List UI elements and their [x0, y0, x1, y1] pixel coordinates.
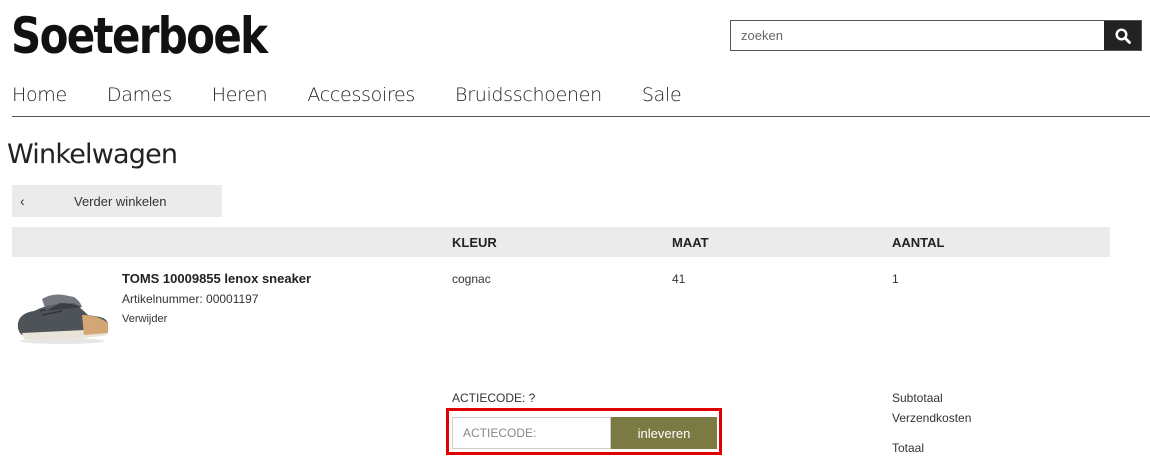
nav-sale[interactable]: Sale — [642, 82, 682, 116]
cell-kleur: cognac — [452, 272, 491, 286]
shipping-label: Verzendkosten — [892, 411, 972, 425]
nav-heren[interactable]: Heren — [212, 82, 268, 116]
header-kleur: KLEUR — [452, 235, 497, 250]
nav-accessoires[interactable]: Accessoires — [307, 82, 415, 116]
cell-maat: 41 — [672, 272, 686, 286]
nav-home[interactable]: Home — [12, 82, 67, 116]
nav-bruidsschoenen[interactable]: Bruidsschoenen — [455, 82, 602, 116]
article-number: Artikelnummer: 00001197 — [122, 292, 259, 306]
search-button[interactable] — [1104, 21, 1141, 50]
promo-label: ACTIECODE: ? — [452, 391, 536, 405]
remove-link[interactable]: Verwijder — [122, 313, 167, 325]
continue-shopping-label: Verder winkelen — [74, 193, 167, 209]
chevron-left-icon: ‹ — [20, 193, 25, 209]
header-maat: MAAT — [672, 235, 709, 250]
cart-table-header: KLEUR MAAT AANTAL — [12, 227, 1110, 257]
redeem-button[interactable]: inleveren — [611, 417, 717, 449]
cell-aantal: 1 — [892, 272, 899, 286]
continue-shopping-button[interactable]: ‹ Verder winkelen — [12, 185, 222, 217]
product-image[interactable] — [12, 281, 112, 347]
nav-dames[interactable]: Dames — [107, 82, 172, 116]
promo-code-input[interactable] — [452, 417, 611, 449]
product-name[interactable]: TOMS 10009855 lenox sneaker — [122, 271, 311, 286]
header-aantal: AANTAL — [892, 235, 945, 250]
logo[interactable]: Soeterboek — [11, 6, 268, 66]
search-bar — [730, 20, 1142, 51]
total-label: Totaal — [892, 441, 925, 455]
search-icon — [1114, 27, 1131, 44]
main-nav: Home Dames Heren Accessoires Bruidsschoe… — [12, 82, 1150, 117]
page-title: Winkelwagen — [7, 139, 178, 170]
subtotal-label: Subtotaal — [892, 391, 943, 405]
search-input[interactable] — [731, 21, 1104, 50]
